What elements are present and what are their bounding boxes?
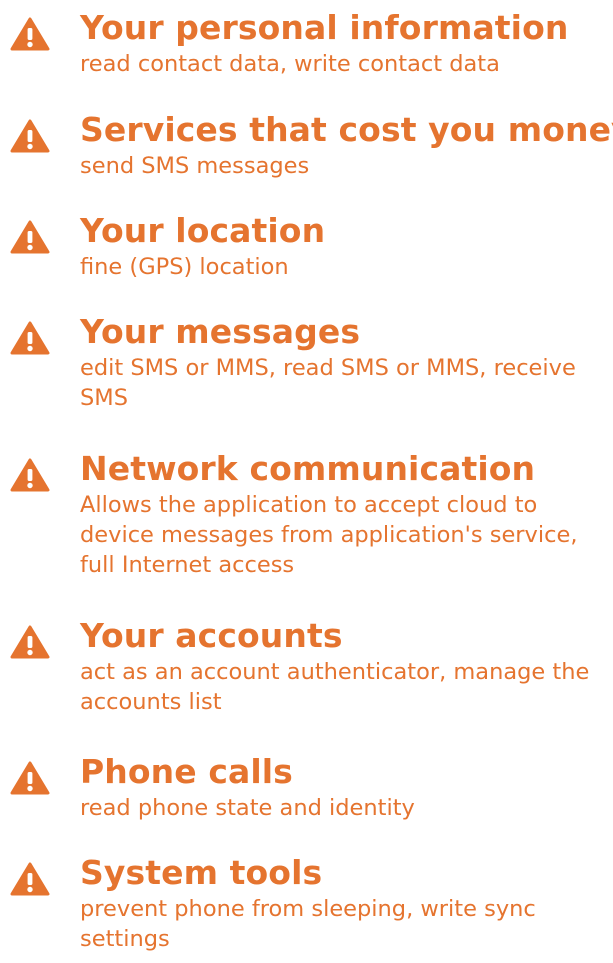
warning-icon [10,17,50,51]
permission-description: edit SMS or MMS, read SMS or MMS, receiv… [80,355,576,411]
warning-icon [10,220,50,254]
warning-icon [10,119,50,153]
permission-title: Phone calls [80,752,293,791]
warning-icon [10,862,50,896]
warning-icon [10,458,50,492]
permission-title: Network communication [80,449,536,488]
permission-description: send SMS messages [80,153,310,179]
permission-title: Your messages [80,312,361,351]
permission-title: System tools [80,853,323,892]
permission-title: Your accounts [80,616,343,655]
permission-description: Allows the application to accept cloud t… [80,492,578,578]
permission-description: fine (GPS) location [80,254,289,280]
permission-description: prevent phone from sleeping, write sync … [80,896,536,952]
warning-icon [10,321,50,355]
warning-icon [10,625,50,659]
permission-description: read contact data, write contact data [80,51,500,77]
permission-title: Your personal information [80,8,569,47]
permission-description: read phone state and identity [80,795,415,821]
permission-title: Your location [80,211,326,250]
permission-description: act as an account authenticator, manage … [80,659,590,715]
warning-icon [10,761,50,795]
permission-title: Services that cost you money [80,110,613,149]
